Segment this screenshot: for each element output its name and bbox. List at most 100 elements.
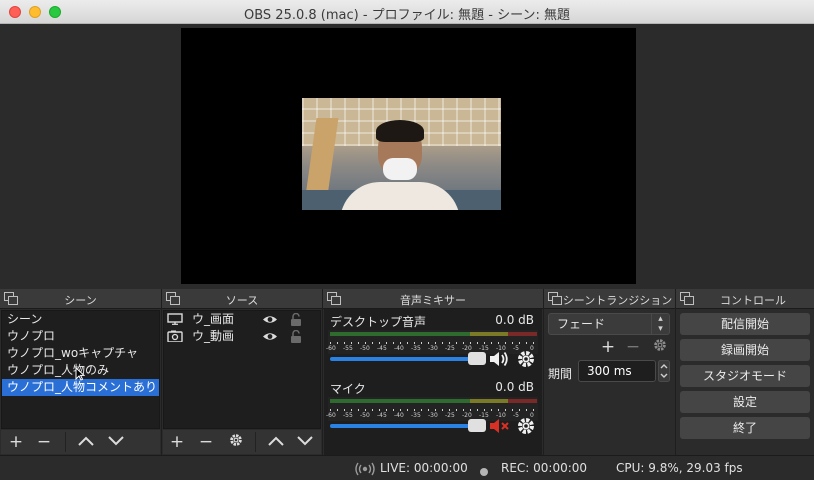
- channel-db: 0.0 dB: [495, 313, 534, 327]
- duration-input[interactable]: 300 ms: [578, 360, 656, 382]
- remove-source-button[interactable]: −: [194, 432, 218, 452]
- source-properties-button[interactable]: [224, 432, 248, 452]
- gear-icon[interactable]: [516, 416, 536, 436]
- live-status: LIVE: 00:00:00: [380, 461, 468, 475]
- meter-tick-label: -35: [411, 412, 421, 419]
- window-title: OBS 25.0.8 (mac) - プロファイル: 無題 - シーン: 無題: [244, 8, 570, 23]
- controls-dock: コントロール 配信開始 録画開始 スタジオモード 設定 終了: [676, 289, 814, 455]
- meter-tick-label: -30: [428, 345, 438, 352]
- meter-tick-label: -55: [343, 345, 353, 352]
- meter-tick-label: -45: [377, 345, 387, 352]
- sources-list[interactable]: ウ_画面 ウ_動画: [163, 310, 321, 429]
- cpu-status: CPU: 9.8%, 29.03 fps: [616, 461, 743, 475]
- volume-slider-handle[interactable]: [468, 352, 486, 365]
- chevron-down-icon: [108, 436, 124, 446]
- meter-tick-label: -25: [445, 412, 455, 419]
- chevron-up-icon: [268, 436, 284, 446]
- mixer-channel-desktop: デスクトップ音声 0.0 dB -60 -55 -50 -45 -40 -35 -30 -25…: [326, 313, 538, 373]
- meter-tick-label: -55: [343, 412, 353, 419]
- lock-icon[interactable]: [290, 330, 302, 343]
- source-name: ウ_動画: [192, 329, 235, 343]
- sources-toolbar: + −: [163, 430, 321, 454]
- volume-slider[interactable]: [330, 424, 482, 428]
- transition-tools: + −: [596, 337, 676, 357]
- scene-transitions-dock: シーントランジション フェード ▴ ▾ + − 期間 300 ms: [544, 289, 675, 455]
- source-name: ウ_画面: [192, 312, 235, 326]
- meter-tick-label: -60: [326, 412, 336, 419]
- meter-tick-label: -20: [462, 345, 472, 352]
- camera-icon: [167, 330, 183, 342]
- eye-icon[interactable]: [262, 331, 278, 342]
- move-scene-down-button[interactable]: [104, 432, 128, 452]
- speaker-muted-icon[interactable]: [488, 416, 510, 436]
- add-scene-button[interactable]: +: [4, 432, 28, 452]
- remove-scene-button[interactable]: −: [32, 432, 56, 452]
- remove-transition-button[interactable]: −: [621, 337, 645, 357]
- eye-icon[interactable]: [262, 314, 278, 325]
- move-source-up-button[interactable]: [264, 432, 288, 452]
- controls-dock-title: コントロール: [720, 294, 786, 307]
- chevron-down-icon: [297, 436, 313, 446]
- channel-name: マイク: [330, 382, 366, 396]
- meter-tick-label: -50: [360, 412, 370, 419]
- volume-slider[interactable]: [330, 357, 482, 361]
- channel-name: デスクトップ音声: [330, 315, 427, 329]
- status-bar: LIVE: 00:00:00 REC: 00:00:00 CPU: 9.8%, …: [0, 455, 814, 480]
- settings-button[interactable]: 設定: [680, 391, 810, 413]
- meter-tick-label: -50: [360, 345, 370, 352]
- transition-properties-button[interactable]: [648, 337, 672, 357]
- studio-mode-button[interactable]: スタジオモード: [680, 365, 810, 387]
- source-item[interactable]: ウ_動画: [164, 328, 320, 345]
- meter-tick-label: -35: [411, 345, 421, 352]
- scene-item[interactable]: シーン: [2, 311, 159, 328]
- chevron-up-icon: [78, 436, 94, 446]
- transitions-dock-title: シーントランジション: [562, 294, 673, 307]
- gear-icon: [654, 339, 666, 351]
- move-source-down-button[interactable]: [293, 432, 317, 452]
- add-source-button[interactable]: +: [165, 432, 189, 452]
- start-recording-button[interactable]: 録画開始: [680, 339, 810, 361]
- meter-tick-label: -20: [462, 412, 472, 419]
- camera-source-preview[interactable]: [302, 98, 501, 210]
- monitor-icon: [167, 313, 183, 325]
- scene-item-selected[interactable]: ウノプロ_人物コメントあり: [2, 379, 159, 396]
- start-streaming-button[interactable]: 配信開始: [680, 313, 810, 335]
- mouse-cursor-icon: [75, 367, 85, 381]
- mixer-dock-title: 音声ミキサー: [400, 294, 466, 307]
- meter-tick-label: -45: [377, 412, 387, 419]
- transition-select-value: フェード: [557, 317, 606, 331]
- preview-area: [0, 24, 814, 289]
- meter-tick-label: -30: [428, 412, 438, 419]
- duration-stepper[interactable]: [657, 360, 671, 382]
- meter-tick-label: -25: [445, 345, 455, 352]
- meter-tick-label: -60: [326, 345, 336, 352]
- scenes-toolbar: + −: [1, 430, 160, 454]
- rec-status: REC: 00:00:00: [501, 461, 588, 475]
- add-transition-button[interactable]: +: [596, 337, 620, 357]
- stepper-icon: [658, 360, 670, 382]
- lock-icon[interactable]: [290, 313, 302, 326]
- record-dot-icon: [480, 465, 488, 479]
- scenes-dock-title: シーン: [64, 294, 97, 307]
- source-item[interactable]: ウ_画面: [164, 311, 320, 328]
- exit-button[interactable]: 終了: [680, 417, 810, 439]
- title-bar: OBS 25.0.8 (mac) - プロファイル: 無題 - シーン: 無題: [0, 0, 814, 24]
- gear-icon: [230, 434, 242, 446]
- scene-item[interactable]: ウノプロ: [2, 328, 159, 345]
- meter-tick-label: -40: [394, 412, 404, 419]
- sources-dock: ソース ウ_画面 ウ_動画 + −: [162, 289, 322, 455]
- gear-icon[interactable]: [516, 349, 536, 369]
- meter-tick-label: -40: [394, 345, 404, 352]
- preview-canvas[interactable]: [181, 28, 636, 284]
- transition-select[interactable]: フェード ▴ ▾: [548, 313, 670, 335]
- scene-item[interactable]: ウノプロ_woキャプチャ: [2, 345, 159, 362]
- channel-db: 0.0 dB: [495, 380, 534, 394]
- volume-slider-handle[interactable]: [468, 419, 486, 432]
- broadcast-icon: [355, 462, 375, 476]
- speaker-icon[interactable]: [488, 349, 510, 369]
- sources-dock-title: ソース: [225, 294, 259, 307]
- audio-mixer-dock: 音声ミキサー デスクトップ音声 0.0 dB -60 -55 -50 -45 -40 -3…: [323, 289, 543, 455]
- move-scene-up-button[interactable]: [74, 432, 98, 452]
- mixer-channel-mic: マイク 0.0 dB -60 -55 -50 -45 -40 -35 -30 -25 -20 -1…: [326, 380, 538, 440]
- select-arrows-icon: ▴ ▾: [651, 314, 669, 334]
